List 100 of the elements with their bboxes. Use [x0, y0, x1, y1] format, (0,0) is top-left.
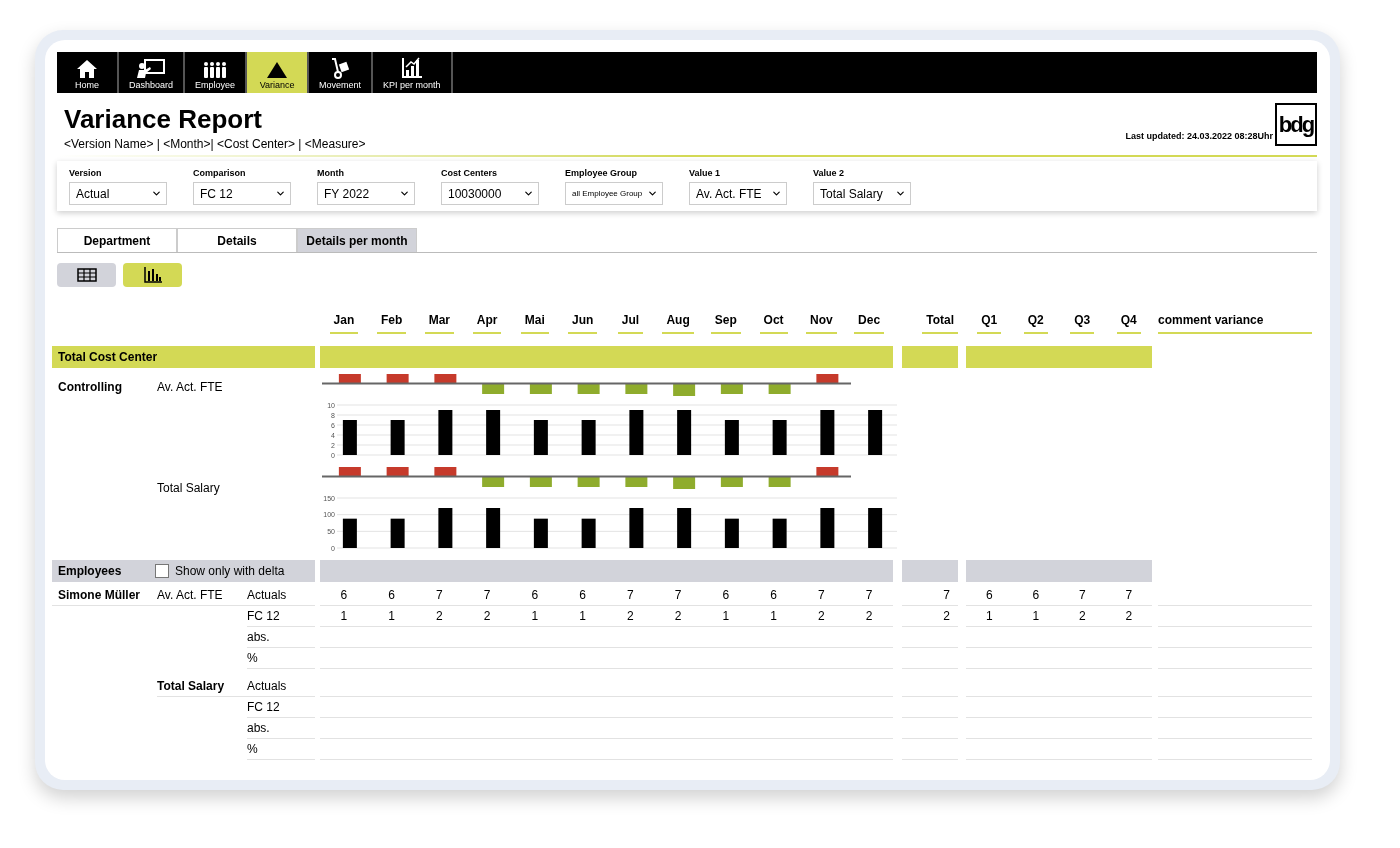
- table-cell-text: 6: [531, 587, 539, 604]
- table-cell-text: 6: [388, 587, 395, 604]
- table-cell-text: 7: [1125, 587, 1133, 604]
- page-title: Variance Report: [64, 103, 263, 135]
- bar: [677, 508, 692, 548]
- column-header: Feb: [376, 311, 407, 334]
- chevron-down-icon: [647, 188, 658, 199]
- bar: [533, 518, 548, 548]
- page-subtitle: <Version Name> | <Month>| <Cost Center> | <Measure>: [64, 136, 366, 152]
- row-label: FC 12: [247, 608, 280, 625]
- table-cell-text: 1: [1032, 608, 1040, 625]
- column-header: Apr: [472, 311, 502, 334]
- row-label: abs.: [247, 629, 270, 646]
- measure-label: Av. Act. FTE: [157, 380, 223, 394]
- checkbox-label: Show only with delta: [175, 563, 285, 580]
- bar: [772, 518, 787, 548]
- table-cell-text: 7: [943, 587, 950, 604]
- row-label: Actuals: [247, 678, 287, 695]
- bar: [390, 420, 405, 455]
- bar: [581, 518, 596, 548]
- chevron-down-icon: [771, 188, 782, 199]
- table-cell-text: 7: [627, 587, 634, 604]
- chevron-down-icon: [151, 188, 162, 199]
- bar: [438, 508, 453, 548]
- bar: [868, 410, 883, 455]
- last-updated: Last updated: 24.03.2022 08:28Uhr: [1125, 129, 1273, 143]
- column-header: Q1: [977, 311, 1002, 334]
- band-fill: [902, 346, 958, 368]
- table-cell-text: 2: [818, 608, 825, 625]
- column-header: Sep: [710, 311, 741, 334]
- section-title: Employees: [58, 563, 123, 580]
- section-header: Total Cost Center: [52, 346, 315, 368]
- column-header: comment variance: [1158, 311, 1312, 334]
- chart-view-button[interactable]: [123, 263, 182, 287]
- checkbox[interactable]: [155, 564, 169, 578]
- department-name: Controlling: [58, 380, 122, 394]
- table-cell-text: 7: [436, 587, 443, 604]
- tab[interactable]: Department: [57, 228, 177, 252]
- band-fill: [902, 560, 958, 582]
- table-cell-text: 6: [770, 587, 777, 604]
- chevron-down-icon: [399, 188, 410, 199]
- bar: [820, 508, 835, 548]
- table-cell-text: 1: [388, 608, 395, 625]
- filter-dropdown[interactable]: FC 12: [193, 182, 291, 205]
- filter-label: Cost Centers: [441, 167, 498, 179]
- filter-dropdown[interactable]: all Employee Group: [565, 182, 663, 205]
- filter-dropdown[interactable]: Total Salary: [813, 182, 911, 205]
- chevron-down-icon: [275, 188, 286, 199]
- table-cell-text: 7: [818, 587, 825, 604]
- bar: [486, 508, 501, 548]
- row-label: %: [247, 741, 258, 758]
- filter-dropdown[interactable]: FY 2022: [317, 182, 415, 205]
- people-icon: [203, 61, 228, 79]
- filter-label: Month: [317, 167, 345, 179]
- bar: [342, 420, 357, 455]
- filter-label: Employee Group: [565, 167, 638, 179]
- bar: [486, 410, 501, 455]
- row-label: %: [247, 650, 258, 667]
- bar: [438, 410, 453, 455]
- column-header: Jul: [617, 311, 644, 334]
- triangle-icon: [266, 61, 289, 79]
- table-cell-text: 2: [865, 608, 873, 625]
- table-cell-text: 6: [722, 587, 730, 604]
- table-view-button[interactable]: [57, 263, 116, 287]
- table-cell-text: 2: [1078, 608, 1086, 625]
- bar: [581, 420, 596, 455]
- table-cell-text: 7: [483, 587, 491, 604]
- column-header: Jun: [567, 311, 598, 334]
- filter-dropdown[interactable]: Actual: [69, 182, 167, 205]
- row-label: Actuals: [247, 587, 287, 604]
- bar-chart-icon: [143, 267, 162, 283]
- presentation-icon: [136, 59, 166, 79]
- chevron-down-icon: [523, 188, 534, 199]
- filter-dropdown[interactable]: Av. Act. FTE: [689, 182, 787, 205]
- column-header: Jan: [329, 311, 359, 334]
- bar: [868, 508, 883, 548]
- table-cell-text: 1: [770, 608, 777, 625]
- table-cell-text: 2: [627, 608, 634, 625]
- tab[interactable]: Details: [177, 228, 297, 252]
- column-header: Mai: [520, 311, 549, 334]
- table-cell-text: 6: [985, 587, 993, 604]
- chevron-down-icon: [895, 188, 906, 199]
- filter-dropdown[interactable]: 10030000: [441, 182, 539, 205]
- nav-tab[interactable]: Variance: [247, 52, 310, 93]
- table-cell-text: 6: [340, 587, 348, 604]
- filter-label: Version: [69, 167, 103, 179]
- column-header: Dec: [854, 311, 885, 334]
- measure-label: Total Salary: [157, 481, 220, 495]
- bar: [677, 410, 692, 455]
- table-cell-text: 6: [1032, 587, 1040, 604]
- measure-label: Total Salary: [157, 678, 225, 695]
- table-cell-text: 1: [340, 608, 348, 625]
- tab[interactable]: Details per month: [297, 228, 417, 252]
- column-header: Q3: [1070, 311, 1095, 334]
- column-header: Total: [922, 311, 958, 334]
- filter-label: Value 2: [813, 167, 846, 179]
- table-cell-text: 1: [579, 608, 586, 625]
- bar: [342, 518, 357, 548]
- measure-label: Av. Act. FTE: [157, 587, 223, 604]
- table-cell-text: 2: [1125, 608, 1133, 625]
